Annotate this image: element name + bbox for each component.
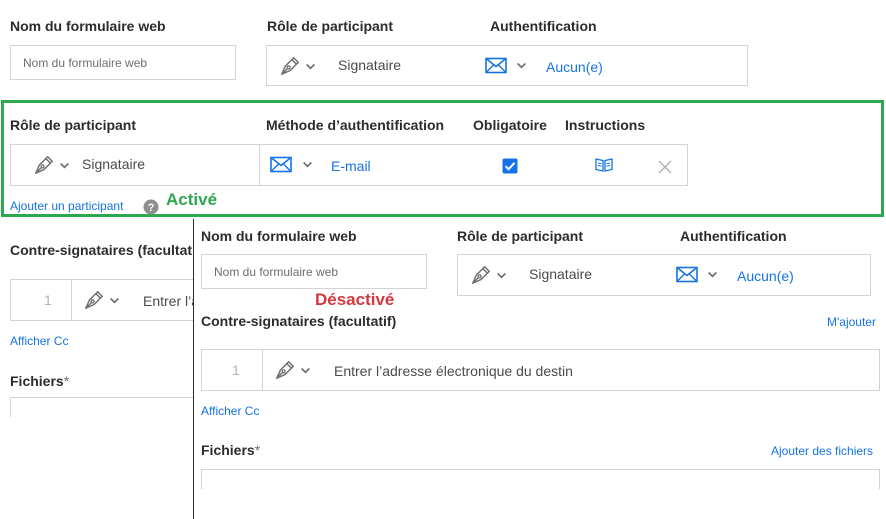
panel-recipient-index: 1 bbox=[232, 362, 240, 378]
auth-value[interactable]: Aucun(e) bbox=[546, 59, 603, 75]
panel-cosigner-row: 1 Entrer l’adresse électronique du desti… bbox=[201, 349, 880, 391]
active-role-value: Signataire bbox=[82, 156, 146, 172]
role-value: Signataire bbox=[338, 57, 402, 73]
participant-role-label: Rôle de participant bbox=[267, 18, 394, 34]
participant-row: Signataire Aucun(e) bbox=[266, 45, 748, 86]
divider bbox=[71, 280, 72, 320]
pen-nib-icon[interactable] bbox=[274, 359, 296, 381]
panel-recipient-email-input[interactable]: Entrer l’adresse électronique du destin bbox=[334, 363, 573, 379]
panel-role-value: Signataire bbox=[529, 266, 593, 282]
cosigner-row: 1 Entrer l’adresse électronique du desti… bbox=[10, 279, 193, 321]
add-participant-link[interactable]: Ajouter un participant bbox=[10, 199, 123, 213]
pen-nib-icon[interactable] bbox=[470, 264, 492, 286]
panel-files-dropzone[interactable] bbox=[201, 469, 880, 489]
envelope-icon[interactable] bbox=[485, 57, 507, 74]
panel-files-label: Fichiers* bbox=[201, 442, 260, 458]
close-icon[interactable] bbox=[657, 159, 673, 175]
panel-form-name-input[interactable]: Nom du formulaire web bbox=[201, 254, 427, 289]
panel-files-label-text: Fichiers bbox=[201, 442, 255, 458]
panel-form-name-label: Nom du formulaire web bbox=[201, 228, 357, 244]
help-icon[interactable]: ? bbox=[143, 199, 159, 215]
form-name-placeholder: Nom du formulaire web bbox=[23, 56, 148, 70]
form-name-label: Nom du formulaire web bbox=[10, 18, 166, 34]
divider bbox=[262, 350, 263, 390]
disabled-state-label: Désactivé bbox=[315, 290, 395, 309]
envelope-icon[interactable] bbox=[270, 156, 292, 173]
add-me-link[interactable]: M'ajouter bbox=[827, 315, 876, 329]
panel-auth-value[interactable]: Aucun(e) bbox=[737, 268, 794, 284]
files-label-text: Fichiers bbox=[10, 373, 64, 389]
chevron-down-icon[interactable] bbox=[302, 159, 313, 170]
divider bbox=[259, 145, 260, 185]
panel-cosigners-label: Contre-signataires (facultatif) bbox=[201, 313, 397, 329]
files-label: Fichiers* bbox=[10, 373, 69, 389]
pen-nib-icon[interactable] bbox=[279, 55, 301, 77]
show-cc-link[interactable]: Afficher Cc bbox=[10, 334, 68, 348]
required-asterisk: * bbox=[63, 373, 70, 389]
panel-form-name-placeholder: Nom du formulaire web bbox=[214, 265, 339, 279]
pen-nib-icon[interactable] bbox=[83, 289, 105, 311]
left-background-form: Contre-signataires (facultatif) 1 Entrer… bbox=[0, 219, 193, 519]
enabled-state-label: Activé bbox=[166, 190, 218, 209]
chevron-down-icon[interactable] bbox=[305, 61, 316, 72]
files-dropzone[interactable] bbox=[10, 397, 193, 417]
chevron-down-icon[interactable] bbox=[496, 270, 507, 281]
instructions-label: Instructions bbox=[565, 117, 646, 133]
panel-show-cc-link[interactable]: Afficher Cc bbox=[201, 404, 259, 418]
active-participant-row: Signataire E-mail bbox=[10, 144, 688, 186]
recipient-email-input[interactable]: Entrer l’adresse électronique du destina… bbox=[143, 293, 193, 309]
chevron-down-icon[interactable] bbox=[109, 295, 120, 306]
authentication-label: Authentification bbox=[490, 18, 597, 34]
svg-text:?: ? bbox=[148, 202, 155, 214]
panel-required-asterisk: * bbox=[254, 442, 261, 458]
panel-auth-label: Authentification bbox=[680, 228, 787, 244]
checkbox-checked-icon[interactable] bbox=[502, 158, 518, 174]
chevron-down-icon[interactable] bbox=[59, 160, 70, 171]
envelope-icon[interactable] bbox=[676, 266, 698, 283]
chevron-down-icon[interactable] bbox=[516, 60, 527, 71]
panel-participant-row: Signataire Aucun(e) bbox=[457, 254, 871, 296]
auth-method-value[interactable]: E-mail bbox=[331, 158, 371, 174]
disabled-state-panel: Nom du formulaire web Rôle de participan… bbox=[193, 219, 886, 519]
auth-method-label: Méthode d’authentification bbox=[266, 117, 445, 133]
add-files-link[interactable]: Ajouter des fichiers bbox=[771, 444, 873, 458]
chevron-down-icon[interactable] bbox=[707, 269, 718, 280]
active-role-label: Rôle de participant bbox=[10, 117, 137, 133]
chevron-down-icon[interactable] bbox=[300, 365, 311, 376]
recipient-index: 1 bbox=[44, 292, 52, 308]
pen-nib-icon[interactable] bbox=[33, 154, 55, 176]
panel-role-label: Rôle de participant bbox=[457, 228, 584, 244]
required-label: Obligatoire bbox=[473, 117, 547, 133]
form-name-input[interactable]: Nom du formulaire web bbox=[10, 45, 236, 80]
cosigners-label: Contre-signataires (facultatif) bbox=[10, 242, 193, 258]
book-icon[interactable] bbox=[595, 157, 613, 173]
